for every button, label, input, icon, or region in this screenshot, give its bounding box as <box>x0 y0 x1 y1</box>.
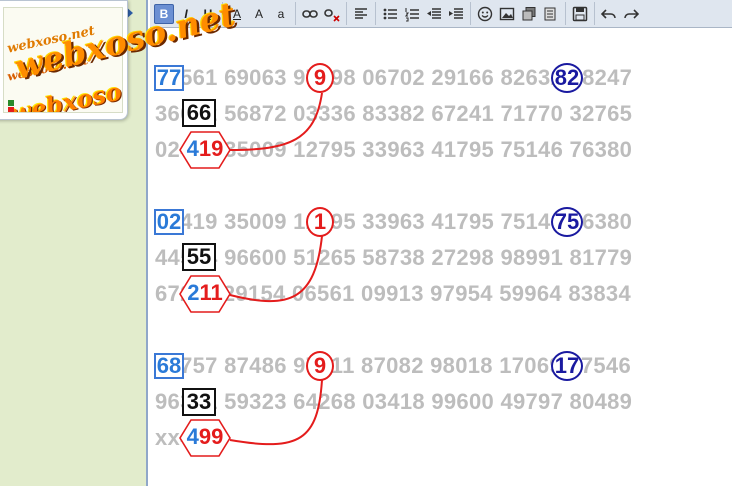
connector-curve-3 <box>229 379 323 446</box>
hex-digit-blue: 4 <box>186 424 199 449</box>
highlight-hexagon: 499 <box>178 418 232 458</box>
highlight-black-box: 33 <box>182 388 216 416</box>
hex-digit-blue: 4 <box>186 136 199 161</box>
highlight-navy-circle: 75 <box>551 207 583 237</box>
highlight-black-box: 55 <box>182 243 216 271</box>
highlight-navy-circle: 82 <box>551 63 583 93</box>
highlight-blue-box: 77 <box>154 65 184 91</box>
highlight-red-circle: 9 <box>306 351 334 381</box>
connector-curve-2 <box>229 235 323 303</box>
highlight-hexagon: 419 <box>178 130 232 170</box>
highlight-red-circle: 1 <box>306 207 334 237</box>
connector-curves <box>229 92 323 446</box>
hex-digit-blue: 2 <box>187 280 200 305</box>
highlight-hexagon: 211 <box>178 274 232 314</box>
highlight-navy-circle: 17 <box>551 351 583 381</box>
highlight-black-box: 66 <box>182 99 216 127</box>
hex-digit-red: 19 <box>198 136 224 161</box>
connector-curve-1 <box>229 92 323 151</box>
hex-digit-red: 99 <box>198 424 224 449</box>
highlight-blue-box: 02 <box>154 209 184 235</box>
hex-digit-red: 11 <box>199 280 223 305</box>
highlight-red-circle: 9 <box>306 63 334 93</box>
highlight-blue-box: 68 <box>154 353 184 379</box>
